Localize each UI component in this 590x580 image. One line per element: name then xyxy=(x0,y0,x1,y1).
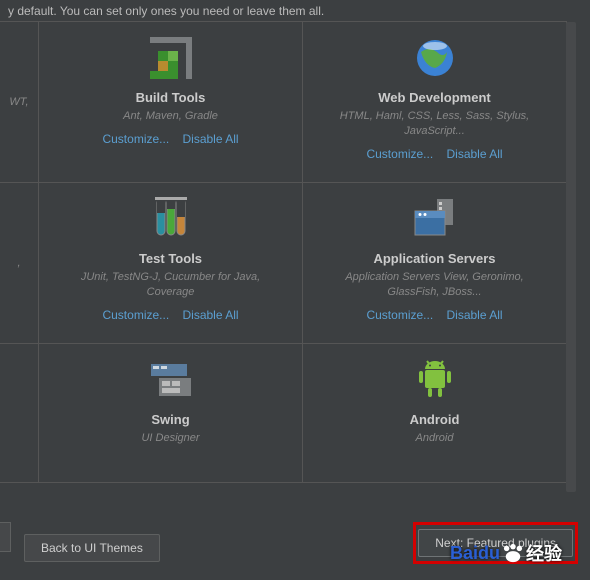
swing-icon xyxy=(149,356,193,404)
vertical-scrollbar[interactable] xyxy=(566,22,576,492)
next-button-highlight: Next: Featured plugins xyxy=(413,522,578,564)
card-android: Android Android xyxy=(302,343,567,483)
plugin-grid: WT, Build Tools Ant, Maven, Gradle Custo… xyxy=(0,22,570,483)
partial-button-left[interactable] xyxy=(0,522,11,552)
card-build-tools: Build Tools Ant, Maven, Gradle Customize… xyxy=(38,21,303,183)
card-desc: JUnit, TestNG-J, Cucumber for Java, Cove… xyxy=(61,270,281,300)
card-test-tools: Test Tools JUnit, TestNG-J, Cucumber for… xyxy=(38,182,303,344)
disable-all-link[interactable]: Disable All xyxy=(447,308,503,322)
build-tools-icon xyxy=(150,34,192,82)
partial-cell-left: , xyxy=(0,182,39,344)
footer: Back to UI Themes Next: Featured plugins xyxy=(0,526,590,570)
card-application-servers: Application Servers Application Servers … xyxy=(302,182,567,344)
fragment-text: , xyxy=(17,257,20,269)
disable-all-link[interactable]: Disable All xyxy=(447,147,503,161)
card-desc: UI Designer xyxy=(141,431,199,446)
disable-all-link[interactable]: Disable All xyxy=(183,132,239,146)
globe-icon xyxy=(415,34,455,82)
card-web-development: Web Development HTML, Haml, CSS, Less, S… xyxy=(302,21,567,183)
card-title: Test Tools xyxy=(139,251,202,266)
card-desc: Application Servers View, Geronimo, Glas… xyxy=(325,270,545,300)
card-title: Web Development xyxy=(378,90,490,105)
partial-cell-left xyxy=(0,343,39,483)
card-title: Application Servers xyxy=(373,251,495,266)
card-desc: Android xyxy=(416,431,454,446)
partial-cell-left: WT, xyxy=(0,21,39,183)
card-title: Swing xyxy=(151,412,189,427)
customize-link[interactable]: Customize... xyxy=(102,308,169,322)
intro-text: y default. You can set only ones you nee… xyxy=(0,0,590,22)
test-tubes-icon xyxy=(151,195,191,243)
card-desc: HTML, Haml, CSS, Less, Sass, Stylus, Jav… xyxy=(325,109,545,139)
next-button[interactable]: Next: Featured plugins xyxy=(418,529,573,557)
card-desc: Ant, Maven, Gradle xyxy=(123,109,218,124)
back-button[interactable]: Back to UI Themes xyxy=(24,534,160,562)
card-title: Build Tools xyxy=(136,90,206,105)
server-icon xyxy=(413,195,457,243)
customize-link[interactable]: Customize... xyxy=(366,147,433,161)
customize-link[interactable]: Customize... xyxy=(102,132,169,146)
fragment-text: WT, xyxy=(9,96,28,108)
android-icon xyxy=(416,356,454,404)
customize-link[interactable]: Customize... xyxy=(366,308,433,322)
card-title: Android xyxy=(410,412,460,427)
disable-all-link[interactable]: Disable All xyxy=(183,308,239,322)
card-swing: Swing UI Designer xyxy=(38,343,303,483)
